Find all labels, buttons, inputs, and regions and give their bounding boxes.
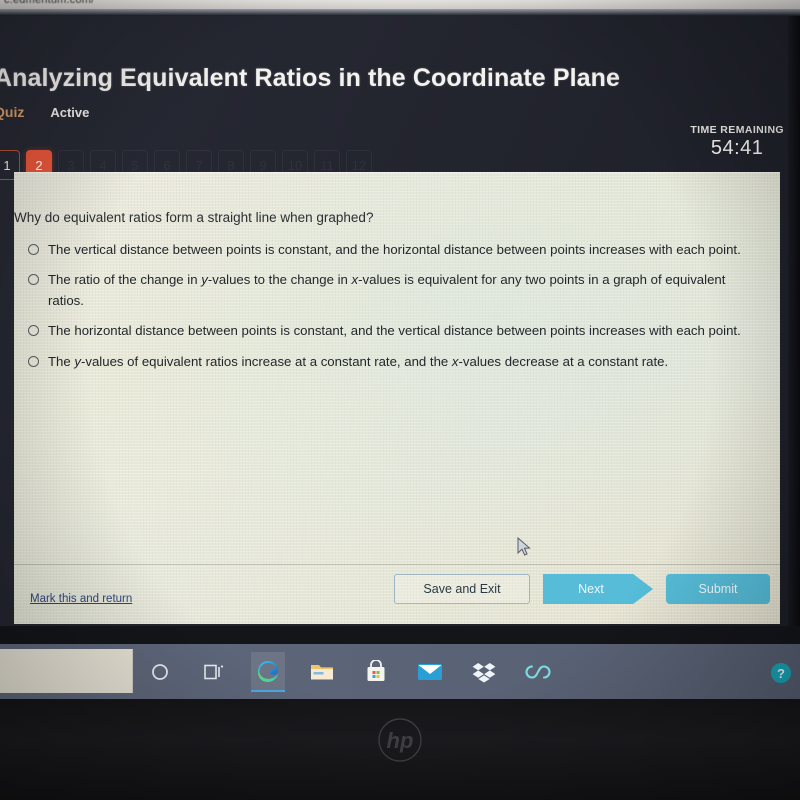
window-edge-divider <box>0 9 800 16</box>
answer-option-label-a: The vertical distance between points is … <box>48 242 741 257</box>
microsoft-store-icon[interactable] <box>359 652 393 692</box>
answer-option-a[interactable]: The vertical distance between points is … <box>14 240 780 260</box>
svg-text:hp: hp <box>387 728 414 753</box>
page-title: Analyzing Equivalent Ratios in the Coord… <box>0 64 621 92</box>
file-explorer-icon[interactable] <box>305 652 339 692</box>
time-remaining-value: 54:41 <box>710 137 764 159</box>
answer-option-c[interactable]: The horizontal distance between points i… <box>14 321 780 341</box>
laptop-screen-photo: c.edmentum.com/ Analyzing Equivalent Rat… <box>0 0 800 800</box>
radio-button-c[interactable] <box>28 325 39 337</box>
question-card: Why do equivalent ratios form a straight… <box>14 172 780 624</box>
cortana-icon[interactable] <box>143 652 177 692</box>
browser-address-bar[interactable]: c.edmentum.com/ <box>0 0 800 9</box>
taskbar-search-input[interactable] <box>0 649 133 693</box>
time-remaining-label: TIME REMAINING <box>690 124 784 136</box>
answer-option-label-b: The ratio of the change in y-values to t… <box>48 272 726 308</box>
quiz-meta-row: Quiz Active <box>0 104 89 120</box>
hp-brand-logo: hp <box>378 718 422 762</box>
address-bar-url: c.edmentum.com/ <box>4 0 95 6</box>
next-button[interactable]: Next <box>543 574 653 604</box>
svg-text:?: ? <box>777 666 785 681</box>
windows-taskbar: ? <box>0 644 800 699</box>
mail-icon[interactable] <box>413 652 447 692</box>
submit-button[interactable]: Submit <box>666 574 770 604</box>
microsoft-edge-icon[interactable] <box>251 651 285 692</box>
answer-option-d[interactable]: The y-values of equivalent ratios increa… <box>14 352 780 372</box>
quiz-page: Analyzing Equivalent Ratios in the Coord… <box>0 16 800 626</box>
question-card-footer: Mark this and return Save and Exit Next … <box>14 564 780 624</box>
help-question-mark-icon[interactable]: ? <box>770 662 792 684</box>
dropbox-icon[interactable] <box>467 652 501 692</box>
laptop-bezel: hp <box>0 699 800 800</box>
question-prompt: Why do equivalent ratios form a straight… <box>14 210 374 225</box>
quiz-type-label: Quiz <box>0 104 25 120</box>
answer-option-b[interactable]: The ratio of the change in y-values to t… <box>14 270 780 311</box>
task-view-icon[interactable] <box>197 652 231 692</box>
answer-option-label-d: The y-values of equivalent ratios increa… <box>48 353 669 369</box>
answer-options-list[interactable]: The vertical distance between points is … <box>14 240 780 382</box>
radio-button-b[interactable] <box>28 274 39 286</box>
answer-option-label-c: The horizontal distance between points i… <box>48 323 741 339</box>
infinity-app-icon[interactable] <box>521 652 555 692</box>
taskbar-icon-strip[interactable] <box>133 644 555 699</box>
mark-this-and-return-link[interactable]: Mark this and return <box>30 593 132 605</box>
radio-button-d[interactable] <box>28 355 39 367</box>
radio-button-a[interactable] <box>28 244 39 255</box>
time-remaining: TIME REMAINING 54:41 <box>690 124 784 160</box>
footer-button-group: Save and Exit Next Submit <box>394 574 770 604</box>
save-and-exit-button[interactable]: Save and Exit <box>394 574 530 604</box>
quiz-status-label: Active <box>50 105 90 120</box>
quiz-header: Analyzing Equivalent Ratios in the Coord… <box>0 16 800 180</box>
